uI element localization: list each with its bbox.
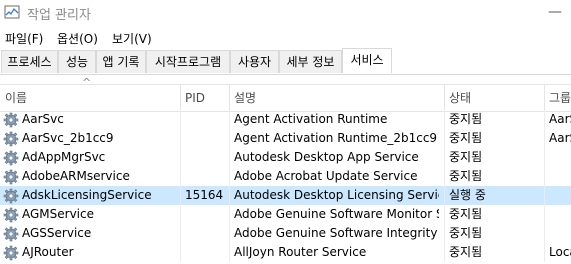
service-gear-icon	[3, 188, 19, 204]
menu-options[interactable]: 옵션(O)	[57, 30, 98, 47]
service-description: Adobe Genuine Software Monitor S...	[234, 207, 439, 221]
tab-processes[interactable]: 프로세스	[1, 50, 58, 73]
service-status: 중지됨	[449, 150, 483, 164]
column-pid[interactable]: PID	[180, 85, 229, 111]
service-pid	[185, 148, 227, 167]
tab-details[interactable]: 세부 정보	[279, 50, 342, 73]
service-group	[549, 167, 571, 186]
title-bar[interactable]: 작업 관리자 —	[0, 0, 571, 26]
service-pid	[185, 129, 227, 148]
service-name: AdobeARMservice	[22, 169, 130, 183]
service-row[interactable]: AJRouter AllJoyn Router Service 중지됨 Loca	[0, 243, 571, 262]
service-description: Adobe Acrobat Update Service	[234, 169, 418, 183]
service-group	[549, 205, 571, 224]
service-gear-icon	[3, 245, 19, 261]
service-status: 중지됨	[449, 112, 483, 126]
column-header: ^ 이름 PID 설명 상태 그룹	[0, 76, 571, 112]
service-status: 중지됨	[449, 245, 483, 259]
service-name: AJRouter	[22, 245, 74, 259]
service-pid	[185, 224, 227, 243]
tab-bar: 프로세스 성능 앱 기록 시작프로그램 사용자 세부 정보 서비스	[0, 48, 571, 75]
service-gear-icon	[3, 226, 19, 242]
service-group: Loca	[549, 245, 571, 259]
service-row[interactable]: AGMService Adobe Genuine Software Monitor…	[0, 205, 571, 224]
service-gear-icon	[3, 112, 19, 128]
service-gear-icon	[3, 150, 19, 166]
service-row[interactable]: AarSvc_2b1cc9 Agent Activation Runtime_2b…	[0, 129, 571, 148]
service-gear-icon	[3, 169, 19, 185]
service-status: 중지됨	[449, 207, 483, 221]
service-status: 실행 중	[449, 188, 486, 202]
service-description: Agent Activation Runtime_2b1cc9	[234, 131, 438, 145]
service-group: AarSv	[549, 131, 571, 145]
service-pid: 15164	[185, 188, 224, 202]
service-pid	[185, 205, 227, 224]
column-gridline	[180, 110, 181, 262]
service-group: AarSv	[549, 112, 571, 126]
service-name: AGSService	[22, 226, 92, 240]
service-status: 중지됨	[449, 131, 483, 145]
task-manager-icon	[4, 5, 20, 19]
service-row[interactable]: AdskLicensingService 15164 Autodesk Deskto…	[0, 186, 571, 205]
service-row[interactable]: AdobeARMservice Adobe Acrobat Update Serv…	[0, 167, 571, 186]
service-name: AdAppMgrSvc	[22, 150, 106, 164]
service-description: Adobe Genuine Software Integrity S...	[234, 226, 439, 240]
service-pid	[185, 243, 227, 262]
window-title: 작업 관리자	[27, 8, 91, 23]
service-name: AdskLicensingService	[22, 188, 152, 202]
service-name: AGMService	[22, 207, 94, 221]
column-name[interactable]: 이름	[0, 85, 180, 111]
service-description: Autodesk Desktop Licensing Service	[234, 188, 439, 202]
service-row[interactable]: AGSService Adobe Genuine Software Integri…	[0, 224, 571, 243]
column-status[interactable]: 상태	[444, 85, 544, 111]
service-gear-icon	[3, 131, 19, 147]
service-pid	[185, 167, 227, 186]
service-description: Autodesk Desktop App Service	[234, 150, 419, 164]
service-status: 중지됨	[449, 226, 483, 240]
column-gridline	[544, 110, 545, 262]
tab-services[interactable]: 서비스	[342, 48, 392, 73]
service-gear-icon	[3, 207, 19, 223]
service-row[interactable]: AarSvc Agent Activation Runtime 중지됨 AarSv	[0, 110, 571, 129]
menu-view[interactable]: 보기(V)	[112, 30, 152, 47]
service-pid	[185, 110, 227, 129]
service-name: AarSvc	[22, 112, 64, 126]
service-status: 중지됨	[449, 169, 483, 183]
service-description: Agent Activation Runtime	[234, 112, 388, 126]
tab-users[interactable]: 사용자	[230, 50, 279, 73]
tab-app-history[interactable]: 앱 기록	[96, 50, 146, 73]
service-name: AarSvc_2b1cc9	[22, 131, 114, 145]
service-description: AllJoyn Router Service	[234, 245, 367, 259]
service-group	[549, 224, 571, 243]
service-group	[549, 148, 571, 167]
minimize-button[interactable]: —	[540, 0, 570, 26]
service-row[interactable]: AdAppMgrSvc Autodesk Desktop App Service 중…	[0, 148, 571, 167]
menu-bar: 파일(F) 옵션(O) 보기(V)	[0, 26, 571, 48]
service-group	[549, 186, 571, 205]
tab-startup[interactable]: 시작프로그램	[146, 50, 230, 73]
tab-performance[interactable]: 성능	[58, 50, 96, 73]
menu-file[interactable]: 파일(F)	[5, 30, 43, 47]
column-group[interactable]: 그룹	[544, 85, 571, 111]
column-gridline	[444, 110, 445, 262]
column-description[interactable]: 설명	[229, 85, 444, 111]
column-gridline	[229, 110, 230, 262]
